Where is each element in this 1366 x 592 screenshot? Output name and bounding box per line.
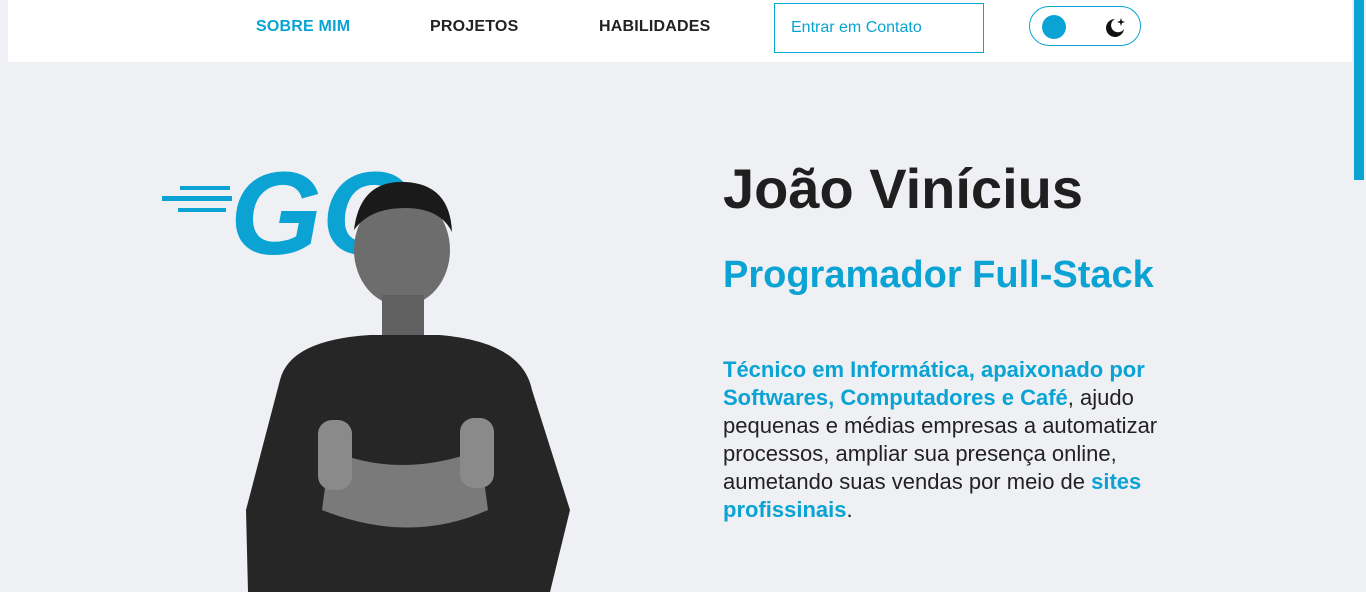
moon-icon bbox=[1106, 18, 1125, 37]
nav-link-sobre-mim[interactable]: SOBRE MIM bbox=[256, 18, 350, 36]
scrollbar-thumb[interactable] bbox=[1354, 0, 1364, 180]
hero-role: Programador Full-Stack bbox=[723, 254, 1154, 296]
top-navbar: SOBRE MIM PROJETOS HABILIDADES Entrar em… bbox=[8, 0, 1352, 62]
toggle-knob bbox=[1042, 15, 1066, 39]
theme-toggle[interactable] bbox=[1029, 6, 1141, 46]
page-scrollbar[interactable] bbox=[1352, 0, 1366, 592]
contact-button[interactable]: Entrar em Contato bbox=[774, 3, 984, 53]
hero-bio: Técnico em Informática, apaixonado por S… bbox=[723, 356, 1223, 524]
nav-link-habilidades[interactable]: HABILIDADES bbox=[599, 18, 711, 36]
bio-period: . bbox=[846, 497, 853, 522]
speed-lines bbox=[162, 186, 232, 212]
hero-name: João Vinícius bbox=[723, 157, 1083, 220]
hero-illustration: GO bbox=[162, 150, 570, 592]
nav-link-projetos[interactable]: PROJETOS bbox=[430, 18, 518, 36]
